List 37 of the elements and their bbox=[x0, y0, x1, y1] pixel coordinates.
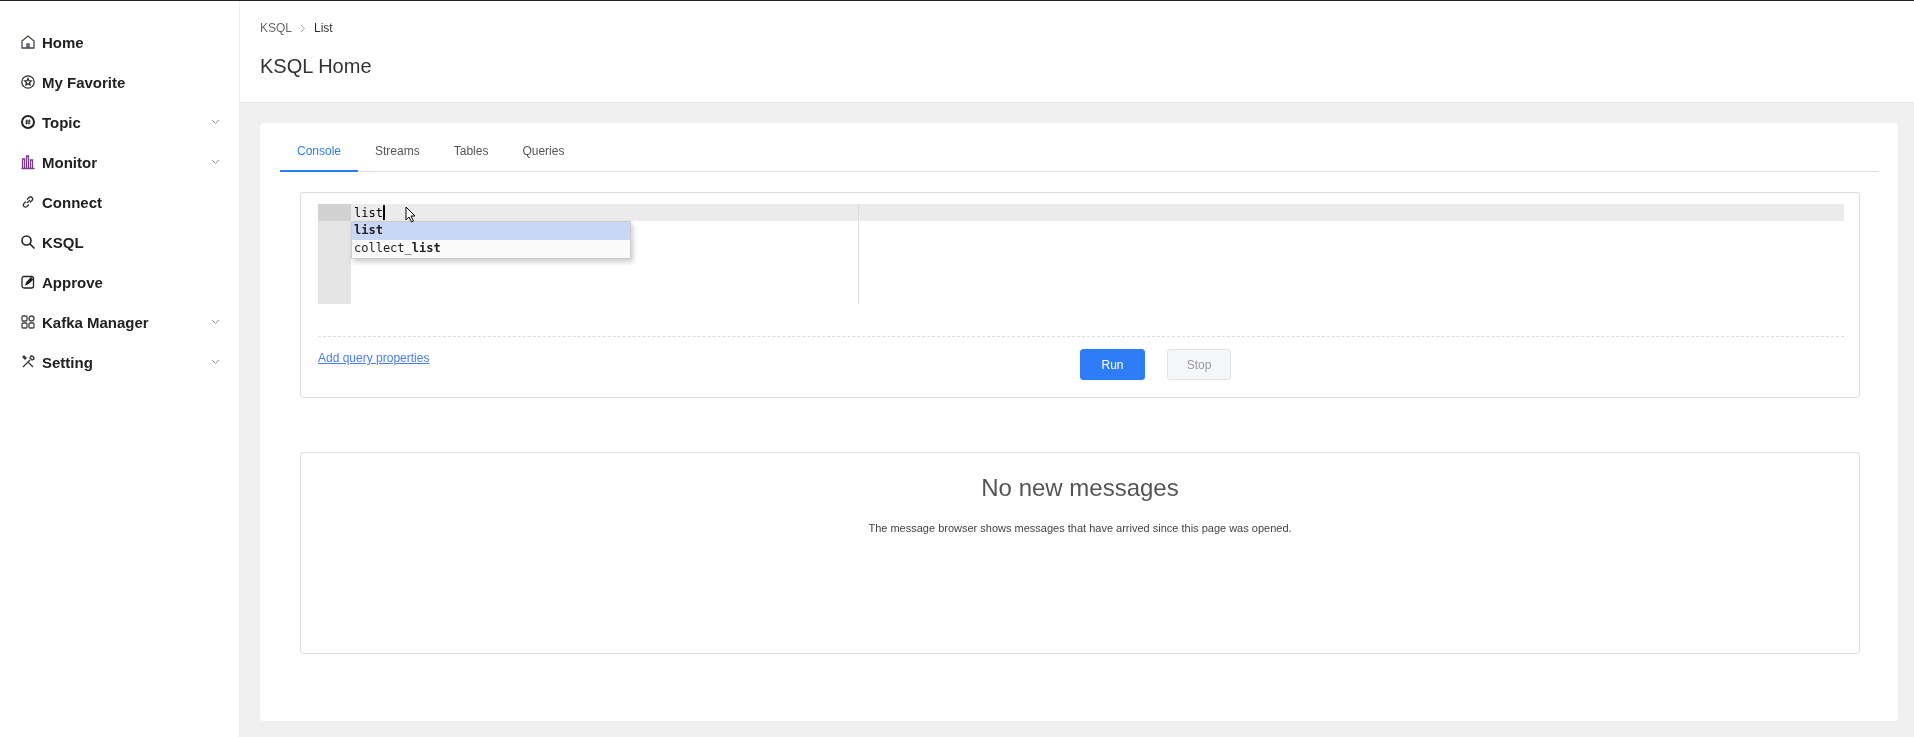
tab[interactable]: Tables bbox=[436, 130, 506, 172]
code-input[interactable]: list bbox=[351, 205, 385, 220]
empty-title: No new messages bbox=[981, 474, 1179, 502]
sidebar-item[interactable]: Kafka Manager bbox=[0, 302, 239, 342]
breadcrumb-item: List bbox=[314, 21, 333, 35]
sidebar-item[interactable]: Approve bbox=[0, 262, 239, 302]
search-icon bbox=[20, 234, 36, 250]
add-properties-link[interactable]: Add query properties bbox=[318, 351, 430, 365]
suggestion-item[interactable]: collect_list bbox=[352, 240, 630, 258]
sidebar-item[interactable]: KSQL bbox=[0, 222, 239, 262]
run-button[interactable]: Run bbox=[1080, 349, 1145, 380]
suggestion-item[interactable]: list bbox=[352, 222, 630, 240]
edit-icon bbox=[20, 274, 36, 290]
tab[interactable]: Console bbox=[280, 130, 359, 172]
bar-chart-icon bbox=[20, 154, 36, 170]
star-circle-icon bbox=[20, 74, 36, 90]
tab[interactable]: Queries bbox=[505, 130, 582, 172]
tools-icon bbox=[20, 354, 36, 370]
chevron-down-icon bbox=[211, 359, 220, 365]
link-icon bbox=[20, 194, 36, 210]
sidebar-item[interactable]: Home bbox=[0, 22, 239, 62]
page-title: KSQL Home bbox=[260, 55, 373, 78]
chevron-down-icon bbox=[211, 159, 220, 165]
chevron-down-icon bbox=[211, 319, 220, 325]
breadcrumb-item[interactable]: KSQL bbox=[260, 21, 292, 35]
tab[interactable]: Streams bbox=[358, 130, 437, 172]
sidebar-item[interactable]: Connect bbox=[0, 182, 239, 222]
sidebar-item[interactable]: Setting bbox=[0, 342, 239, 382]
chevron-right-icon bbox=[300, 23, 306, 33]
sidebar-item[interactable]: Monitor bbox=[0, 142, 239, 182]
home-icon bbox=[20, 34, 36, 50]
sidebar-item[interactable]: Topic bbox=[0, 102, 239, 142]
empty-description: The message browser shows messages that have arrived since this page was opened. bbox=[868, 522, 1292, 534]
chevron-down-icon bbox=[211, 119, 220, 125]
sidebar-item[interactable]: My Favorite bbox=[0, 62, 239, 102]
hash-circle-icon bbox=[20, 114, 36, 130]
grid-icon bbox=[20, 314, 36, 330]
